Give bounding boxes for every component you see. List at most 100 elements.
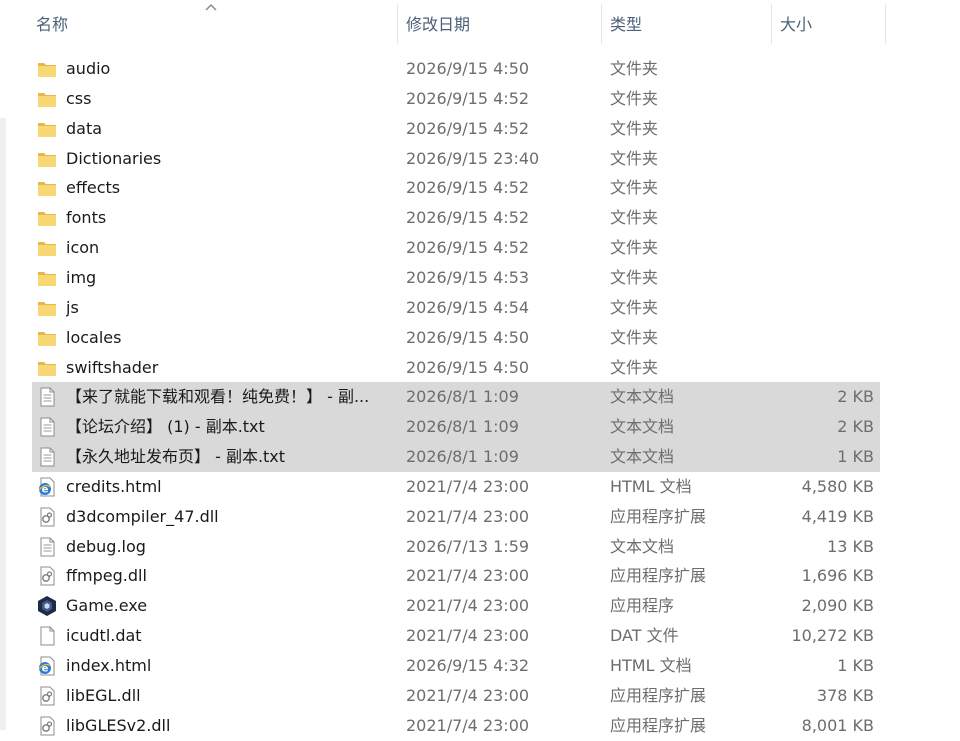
file-row[interactable]: libEGL.dll 2021/7/4 23:00 应用程序扩展 378 KB bbox=[32, 681, 880, 711]
column-date-header[interactable]: 修改日期 bbox=[398, 0, 600, 48]
file-row[interactable]: icudtl.dat 2021/7/4 23:00 DAT 文件 10,272 KB bbox=[32, 621, 880, 651]
file-size bbox=[772, 203, 874, 233]
file-size bbox=[772, 54, 874, 84]
file-date: 2026/9/15 4:50 bbox=[406, 357, 530, 377]
file-type: 应用程序扩展 bbox=[610, 506, 707, 526]
file-size: 1 KB bbox=[837, 656, 874, 675]
file-type: HTML 文档 bbox=[610, 656, 692, 675]
file-row[interactable]: data 2026/9/15 4:52 文件夹 bbox=[32, 114, 880, 144]
file-type: 文件夹 bbox=[610, 267, 659, 287]
text-file-icon bbox=[36, 446, 58, 468]
column-size-header[interactable]: 大小 bbox=[772, 0, 884, 48]
blank-file-icon bbox=[36, 625, 58, 647]
file-row[interactable]: 【论坛介绍】 (1) - 副本.txt 2026/8/1 1:09 文本文档 2 KB bbox=[32, 412, 880, 443]
file-type: 文件夹 bbox=[610, 59, 659, 78]
file-name: css bbox=[66, 88, 92, 108]
dll-file-icon bbox=[36, 506, 58, 528]
file-row[interactable]: audio 2026/9/15 4:50 文件夹 bbox=[32, 54, 880, 84]
column-divider[interactable] bbox=[885, 4, 886, 44]
column-type-header[interactable]: 类型 bbox=[602, 0, 770, 48]
folder-icon bbox=[36, 177, 58, 199]
file-row[interactable]: effects 2026/9/15 4:52 文件夹 bbox=[32, 173, 880, 203]
file-row[interactable]: Dictionaries 2026/9/15 23:40 文件夹 bbox=[32, 144, 880, 174]
file-type: 文件夹 bbox=[610, 208, 659, 228]
file-size: 10,272 KB bbox=[791, 626, 874, 646]
file-type: 文件夹 bbox=[610, 357, 659, 377]
folder-icon bbox=[36, 297, 58, 319]
file-name: icudtl.dat bbox=[66, 626, 142, 646]
file-size: 4,580 KB bbox=[801, 476, 874, 496]
file-row[interactable]: Game.exe 2021/7/4 23:00 应用程序 2,090 KB bbox=[32, 591, 880, 621]
file-date: 2026/9/15 4:52 bbox=[406, 118, 530, 138]
file-size bbox=[772, 233, 874, 263]
folder-icon bbox=[36, 88, 58, 110]
folder-icon bbox=[36, 357, 58, 379]
file-date: 2026/9/15 4:50 bbox=[406, 59, 530, 78]
file-type: 应用程序扩展 bbox=[610, 715, 707, 735]
file-date: 2021/7/4 23:00 bbox=[406, 685, 530, 705]
file-row[interactable]: icon 2026/9/15 4:52 文件夹 bbox=[32, 233, 880, 263]
file-date: 2026/9/15 4:52 bbox=[406, 208, 530, 228]
file-size bbox=[772, 173, 874, 203]
file-name: libGLESv2.dll bbox=[66, 715, 171, 735]
file-type: 应用程序扩展 bbox=[610, 566, 707, 586]
file-row[interactable]: fonts 2026/9/15 4:52 文件夹 bbox=[32, 203, 880, 233]
file-row[interactable]: ffmpeg.dll 2021/7/4 23:00 应用程序扩展 1,696 KB bbox=[32, 561, 880, 591]
file-type: 文本文档 bbox=[610, 387, 675, 407]
file-row[interactable]: css 2026/9/15 4:52 文件夹 bbox=[32, 84, 880, 114]
file-date: 2026/9/15 4:50 bbox=[406, 327, 530, 347]
file-name: effects bbox=[66, 178, 121, 198]
file-date: 2026/7/13 1:59 bbox=[406, 536, 530, 556]
file-name: fonts bbox=[66, 208, 107, 228]
file-row[interactable]: swiftshader 2026/9/15 4:50 文件夹 bbox=[32, 353, 880, 383]
file-date: 2021/7/4 23:00 bbox=[406, 715, 530, 735]
column-header: 名称 修改日期 类型 大小 bbox=[0, 0, 960, 50]
file-type: 文件夹 bbox=[610, 88, 659, 108]
text-file-icon bbox=[36, 416, 58, 438]
file-name: libEGL.dll bbox=[66, 685, 141, 705]
file-row[interactable]: e index.html 2026/9/15 4:32 HTML 文档 1 KB bbox=[32, 651, 880, 681]
file-row[interactable]: 【永久地址发布页】 - 副本.txt 2026/8/1 1:09 文本文档 1 KB bbox=[32, 442, 880, 473]
file-size bbox=[772, 263, 874, 293]
file-size bbox=[772, 293, 874, 323]
html-file-icon: e bbox=[36, 655, 58, 677]
file-row[interactable]: 【来了就能下载和观看！纯免费！】 - 副... 2026/8/1 1:09 文本文档… bbox=[32, 382, 880, 413]
game-exe-icon bbox=[36, 595, 58, 617]
file-size bbox=[772, 353, 874, 383]
file-name: debug.log bbox=[66, 536, 146, 556]
file-date: 2021/7/4 23:00 bbox=[406, 626, 530, 646]
file-row[interactable]: debug.log 2026/7/13 1:59 文本文档 13 KB bbox=[32, 532, 880, 562]
file-name: js bbox=[66, 297, 79, 317]
file-size: 4,419 KB bbox=[801, 506, 874, 526]
file-size: 1,696 KB bbox=[801, 566, 874, 586]
file-row[interactable]: locales 2026/9/15 4:50 文件夹 bbox=[32, 323, 880, 353]
file-date: 2026/9/15 4:53 bbox=[406, 267, 530, 287]
file-name: index.html bbox=[66, 656, 152, 675]
file-row[interactable]: img 2026/9/15 4:53 文件夹 bbox=[32, 263, 880, 293]
file-type: 文本文档 bbox=[610, 536, 675, 556]
file-row[interactable]: e credits.html 2021/7/4 23:00 HTML 文档 4,580 … bbox=[32, 472, 880, 502]
file-date: 2026/9/15 4:32 bbox=[406, 656, 530, 675]
file-date: 2021/7/4 23:00 bbox=[406, 566, 530, 586]
file-date: 2026/9/15 23:40 bbox=[406, 148, 540, 168]
file-row[interactable]: d3dcompiler_47.dll 2021/7/4 23:00 应用程序扩展 4,… bbox=[32, 502, 880, 532]
file-row[interactable]: libGLESv2.dll 2021/7/4 23:00 应用程序扩展 8,001 K… bbox=[32, 711, 880, 741]
folder-icon bbox=[36, 207, 58, 229]
file-date: 2026/9/15 4:52 bbox=[406, 88, 530, 108]
sort-ascending-icon bbox=[205, 3, 217, 11]
dll-file-icon bbox=[36, 715, 58, 737]
folder-icon bbox=[36, 118, 58, 140]
file-row[interactable]: js 2026/9/15 4:54 文件夹 bbox=[32, 293, 880, 323]
dll-file-icon bbox=[36, 565, 58, 587]
file-name: locales bbox=[66, 327, 122, 347]
file-size: 378 KB bbox=[816, 685, 874, 705]
file-date: 2021/7/4 23:00 bbox=[406, 476, 530, 496]
file-date: 2026/8/1 1:09 bbox=[406, 447, 519, 467]
file-name: audio bbox=[66, 59, 111, 78]
file-name: 【永久地址发布页】 - 副本.txt bbox=[66, 447, 286, 467]
file-date: 2026/9/15 4:52 bbox=[406, 178, 530, 198]
folder-icon bbox=[36, 58, 58, 80]
file-type: 文件夹 bbox=[610, 297, 659, 317]
folder-icon bbox=[36, 327, 58, 349]
file-date: 2021/7/4 23:00 bbox=[406, 506, 530, 526]
